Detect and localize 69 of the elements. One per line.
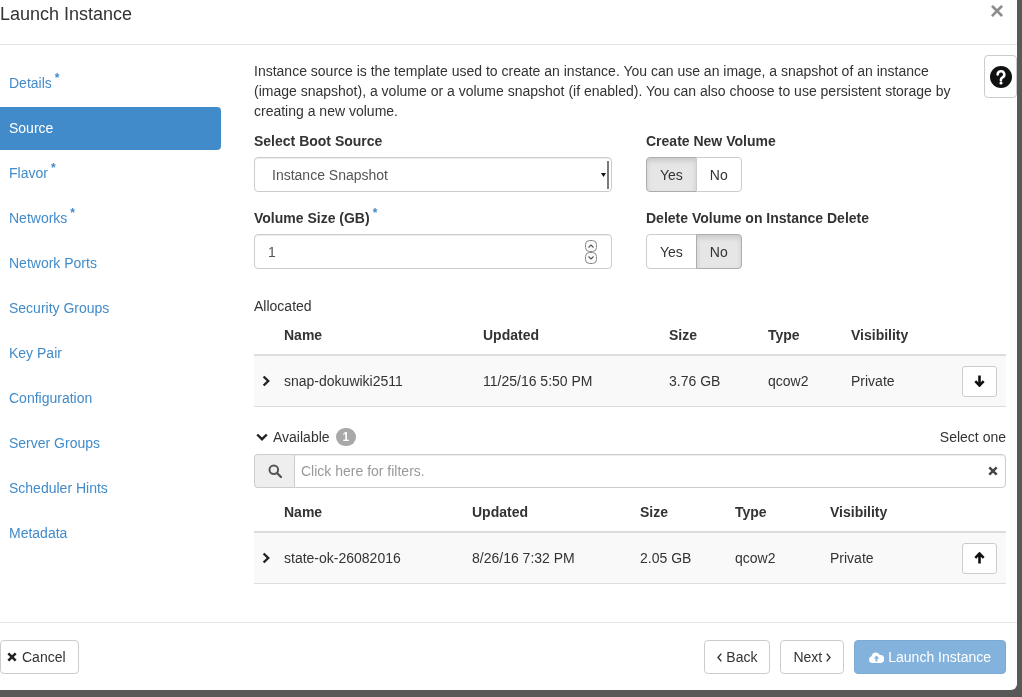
table-cell-text: qcow2 [735,549,777,568]
chevron-right-icon[interactable] [262,552,270,564]
question-circle-icon [989,65,1012,88]
angle-left-icon [717,652,723,662]
field-label: Select Boot Source [254,132,384,151]
toggle-option[interactable]: No [695,157,742,192]
column-header: Visibility [851,326,910,345]
count-badge: 1 [335,428,357,446]
section-title: Allocated [254,297,313,316]
field-label: Delete Volume on Instance Delete [646,209,871,228]
table-cell-text: snap-dokuwiki2511 [284,372,404,391]
table-cell-text: 2.05 GB [640,549,693,568]
table-cell-text: 8/26/16 7:32 PM [472,549,576,568]
close-button[interactable]: × [990,1,1004,21]
column-header: Name [284,503,324,522]
sidebar-item[interactable]: Key Pair [0,332,221,375]
table-cell-text: 11/25/16 5:50 PM [483,372,594,391]
column-header: Type [735,503,768,522]
column-header: Visibility [830,503,889,522]
help-button[interactable] [984,55,1017,98]
table-cell-text: state-ok-26082016 [284,549,402,568]
section-title[interactable]: Available [273,427,330,447]
hint-text: Select one [939,428,1006,447]
close-icon[interactable] [988,466,998,476]
column-header: Size [669,326,698,345]
deallocate-button[interactable] [962,365,997,397]
toggle-option[interactable]: Yes [646,157,697,192]
dropdown-caret-icon [601,160,609,189]
sidebar-item[interactable]: Details $^{*}$ [0,62,221,105]
column-header: Type [768,326,801,345]
table-cell-text: 3.76 GB [669,372,722,391]
sidebar-item[interactable]: Scheduler Hints [0,467,221,510]
field-label: Volume Size (GB) $^{*}$ [254,208,379,228]
toggle-option[interactable]: Yes [646,234,697,269]
column-header: Size [640,503,669,522]
chevron-right-icon[interactable] [262,375,270,387]
sidebar-item[interactable]: Networks $^{*}$ [0,197,221,240]
dialog-title: Launch Instance [0,3,133,26]
table-cell-text: Private [830,549,875,568]
sidebar-item[interactable]: Security Groups [0,287,221,330]
allocate-button[interactable] [962,542,997,574]
boot-source-select[interactable]: Instance Snapshot [254,157,612,192]
column-header: Updated [472,503,529,522]
filter-field[interactable]: Click here for filters. [294,454,1006,488]
sidebar-item[interactable]: Flavor $^{*}$ [0,152,221,195]
sidebar-item[interactable]: Source [0,107,221,150]
table-cell-text: Private [851,372,896,391]
chevron-down-icon[interactable] [256,433,268,441]
column-header: Name [284,326,324,345]
field-label: Create New Volume [646,132,777,151]
sidebar-item[interactable]: Network Ports [0,242,221,285]
column-header: Updated [483,326,540,345]
next-button[interactable]: Next [780,640,845,674]
close-icon [7,652,17,662]
description-text: Instance source is the template used to create an instance. You can use an image, a snapshot of an instance (image snapshot), a volume or a volume snapshot (if enabled). You can also choose to use persistent storage by creating a new volume. [254,62,952,121]
sidebar-item[interactable]: Metadata [0,512,221,555]
table-cell-text: qcow2 [768,372,810,391]
cancel-button[interactable]: Cancel [0,640,79,674]
search-icon [267,464,282,478]
back-button[interactable]: Back [704,640,771,674]
toggle-option[interactable]: No [695,234,742,269]
spinner-icon [585,239,597,264]
sidebar-item[interactable]: Configuration [0,377,221,420]
angle-right-icon [826,652,832,662]
cloud-upload-icon [869,651,885,663]
arrow-up-icon [974,552,985,564]
sidebar-item[interactable]: Server Groups [0,422,221,465]
volume-size-input[interactable]: 1 [254,234,612,269]
arrow-down-icon [974,375,985,387]
